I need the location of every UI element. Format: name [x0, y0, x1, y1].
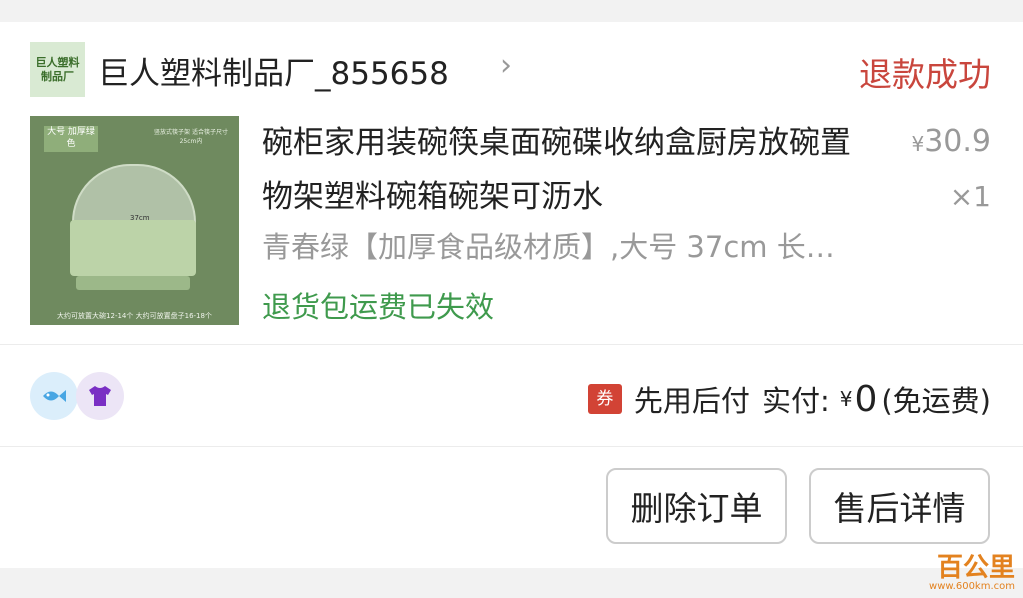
- chevron-right-icon[interactable]: ›: [500, 48, 512, 83]
- product-image[interactable]: 大号 加厚绿色 竖放式筷子架 适合筷子尺寸25cm内 37cm 大约可放置大碗1…: [30, 116, 239, 325]
- paid-label: 实付:: [761, 384, 830, 418]
- product-image-dimension: 37cm: [130, 214, 150, 222]
- payment-method: 先用后付: [633, 384, 750, 418]
- rack-body-graphic: [70, 220, 196, 276]
- order-status: 退款成功: [859, 55, 991, 94]
- payment-summary: 券 先用后付 实付: ¥ 0 (免运费): [587, 378, 991, 420]
- price-currency: ¥: [911, 132, 925, 156]
- watermark-logo: 百公里 www.600km.com: [929, 553, 1015, 592]
- product-quantity: ×1: [949, 180, 991, 213]
- delete-order-button[interactable]: 删除订单: [606, 468, 787, 544]
- paid-currency: ¥: [839, 387, 853, 411]
- product-image-note: 竖放式筷子架 适合筷子尺寸25cm内: [154, 129, 228, 145]
- after-sale-details-button[interactable]: 售后详情: [809, 468, 990, 544]
- product-image-footer: 大约可放置大碗12-14个 大约可放置盘子16-18个: [57, 312, 212, 320]
- product-sku: 青春绿【加厚食品级材质】,大号 37cm 长…: [262, 230, 835, 264]
- return-shipping-note: 退货包运费已失效: [262, 290, 495, 324]
- product-title[interactable]: 碗柜家用装碗筷桌面碗碟收纳盒厨房放碗置物架塑料碗箱碗架可沥水: [262, 116, 872, 224]
- shirt-icon: [76, 372, 124, 420]
- price-value: 30.9: [924, 124, 991, 159]
- divider: [0, 344, 1023, 345]
- store-logo[interactable]: 巨人塑料制品厂: [30, 42, 85, 97]
- product-image-tag: 大号 加厚绿色: [44, 126, 98, 152]
- paid-amount: 0: [854, 378, 878, 420]
- fish-icon: [30, 372, 78, 420]
- divider: [0, 446, 1023, 447]
- product-price: ¥30.9: [911, 124, 991, 159]
- order-card: 巨人塑料制品厂 巨人塑料制品厂_855658 › 退款成功 大号 加厚绿色 竖放…: [0, 22, 1023, 568]
- rack-base-graphic: [76, 276, 190, 290]
- coupon-icon: 券: [587, 384, 622, 414]
- store-header[interactable]: 巨人塑料制品厂 巨人塑料制品厂_855658 › 退款成功: [30, 42, 993, 100]
- store-name[interactable]: 巨人塑料制品厂_855658: [98, 48, 449, 93]
- shipping-note: (免运费): [881, 384, 991, 418]
